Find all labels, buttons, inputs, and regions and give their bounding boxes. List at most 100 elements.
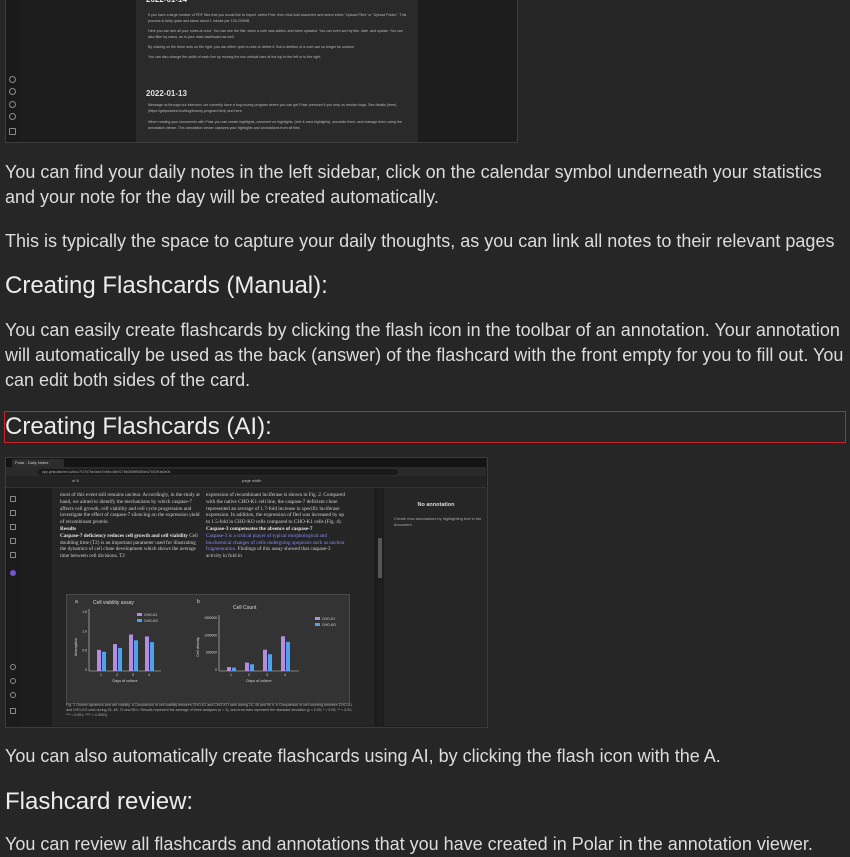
panel-a-ytick: 1.0 <box>82 629 87 633</box>
panel-b-ytick: 500000 <box>206 651 217 655</box>
annotation-sidebar-title: No annotation <box>417 502 455 508</box>
daily-notes-paragraph: You can find your daily notes in the lef… <box>5 162 822 207</box>
document-icon[interactable] <box>10 496 16 502</box>
archive-icon[interactable] <box>10 708 16 714</box>
note-bullet: If you have a large number of PDF files … <box>148 13 407 23</box>
panel-b-xtick: 3 <box>266 673 268 677</box>
bar-cho-ko <box>150 642 154 671</box>
panel-b-ytick: 1500000 <box>204 616 217 620</box>
legend-label-ko: CHO-KO <box>144 619 158 623</box>
panel-b-xtick: 2 <box>248 673 250 677</box>
pdf-viewer-screenshot: Polar - Daily Notes app.getpolarized.io/… <box>5 457 488 728</box>
panel-b-xlabel: Days of culture <box>246 679 271 683</box>
panel-b-xtick: 4 <box>284 673 286 677</box>
bar-cho-ko <box>232 667 236 671</box>
legend-swatch-k1 <box>315 617 320 620</box>
panel-a-xtick: 3 <box>132 673 134 677</box>
right-intro-text: expression of recombinant luciferase is … <box>206 492 346 526</box>
viewer-toolbar: of 8 page width <box>6 476 486 488</box>
panel-b-label: b <box>197 599 200 605</box>
panel-a-ytick: 0.5 <box>82 649 87 653</box>
bar-cho-k1 <box>97 649 101 671</box>
results-subheading: Caspase-7 deficiency reduces cell growth… <box>60 532 188 539</box>
bar-cho-ko <box>118 647 122 671</box>
legend-swatch-ko <box>315 623 320 626</box>
figure-chart: a Cell viability assay Absorption 1.5 1.0 0.5… <box>74 599 336 683</box>
bar-cho-k1 <box>145 636 149 671</box>
panel-b-xtick: 1 <box>230 673 232 677</box>
note-bullet: You can also change the width of each li… <box>148 55 322 59</box>
note-bullet: Message us through our intercom, we curr… <box>148 103 397 113</box>
panel-a-ylabel: Absorption <box>74 638 78 656</box>
left-intro-text: most of this event still remains unclear… <box>60 492 200 526</box>
ai-flashcards-paragraph: You can also automatically create flashc… <box>5 746 721 766</box>
bar-cho-k1 <box>263 649 267 671</box>
daily-note-date: 2022-01-13 <box>146 89 187 98</box>
figure-panel: a Cell viability assay Absorption 1.5 1.0 0.5… <box>66 594 350 704</box>
left-text-column: most of this event still remains unclear… <box>60 492 200 560</box>
note-bullet: When reading your documents with Polar y… <box>148 120 402 130</box>
gear-icon[interactable] <box>9 113 16 120</box>
help-icon[interactable] <box>10 678 16 684</box>
archive-icon[interactable] <box>9 128 16 135</box>
legend-label-ko: CHO-KO <box>322 623 336 627</box>
panel-a-xtick: 1 <box>100 673 102 677</box>
panel-b-ylabel: Cell density <box>196 637 200 657</box>
bar-cho-ko <box>134 640 138 671</box>
stats-icon[interactable] <box>10 538 16 544</box>
page-indicator[interactable]: of 8 <box>72 478 79 483</box>
zoom-select[interactable]: page width <box>242 478 261 483</box>
caspase-subheading: Caspase-3 compensates the absence of cas… <box>206 525 313 532</box>
settings-icon[interactable] <box>9 76 16 83</box>
right-text-column: expression of recombinant luciferase is … <box>206 492 346 560</box>
folder-icon[interactable] <box>10 510 16 516</box>
url-field[interactable]: app.getpolarized.io/doc/7f17b76e4aea7e4f… <box>38 468 398 475</box>
browser-tab[interactable]: Polar - Daily Notes <box>12 459 64 467</box>
bar-cho-ko <box>286 641 290 671</box>
theme-icon[interactable] <box>9 88 16 95</box>
gear-icon[interactable] <box>10 692 16 698</box>
daily-notes-screenshot: 2022-01-14 If you have a large number of… <box>5 0 518 143</box>
panel-a-ytick: 1.5 <box>82 610 87 614</box>
annotation-sidebar-hint: Create new annotations by highlighting t… <box>394 516 482 527</box>
panel-b-title: Cell Count <box>233 605 257 611</box>
bar-cho-ko <box>102 651 106 671</box>
panel-a-xlabel: Days of culture <box>112 679 137 683</box>
list-icon[interactable] <box>10 524 16 530</box>
heading-manual-flashcards: Creating Flashcards (Manual): <box>5 272 328 299</box>
panel-a-title: Cell viability assay <box>93 600 134 606</box>
manual-flashcards-paragraph: You can easily create flashcards by clic… <box>5 320 844 390</box>
panel-b-ytick: 0 <box>215 668 217 672</box>
legend-swatch-ko <box>137 619 142 622</box>
bar-cho-k1 <box>245 662 249 671</box>
theme-icon[interactable] <box>10 664 16 670</box>
viewer-left-rail <box>6 488 20 726</box>
legend-swatch-k1 <box>137 613 142 616</box>
bar-cho-k1 <box>281 636 285 671</box>
panel-a-ytick: 0 <box>85 668 87 672</box>
panel-a-xtick: 4 <box>148 673 150 677</box>
daily-note-date: 2022-01-14 <box>146 0 187 4</box>
pdf-page: most of this event still remains unclear… <box>52 488 374 726</box>
browser-tab-bar: Polar - Daily Notes <box>6 458 486 467</box>
pdf-scrollbar[interactable] <box>378 488 382 726</box>
panel-a-xtick: 2 <box>116 673 118 677</box>
daily-thoughts-paragraph: This is typically the space to capture y… <box>5 231 835 251</box>
heading-flashcard-review: Flashcard review: <box>5 788 194 815</box>
help-icon[interactable] <box>9 101 16 108</box>
legend-label-k1: CHO-K1 <box>144 613 157 617</box>
heading-ai-flashcards: Creating Flashcards (AI): <box>4 411 846 443</box>
calendar-icon[interactable] <box>10 552 16 558</box>
bar-cho-k1 <box>113 644 117 671</box>
daily-note-panel: 2022-01-14 If you have a large number of… <box>136 0 418 142</box>
bar-cho-ko <box>250 664 254 671</box>
bar-cho-k1 <box>227 667 231 671</box>
annotation-sidebar: No annotation Create new annotations by … <box>384 488 487 726</box>
user-avatar-icon[interactable] <box>10 570 16 576</box>
bar-cho-k1 <box>129 634 133 671</box>
panel-b-ytick: 1000000 <box>204 633 217 637</box>
flashcard-review-paragraph: You can review all flashcards and annota… <box>5 834 813 854</box>
scroll-thumb[interactable] <box>378 538 382 578</box>
address-bar-row: app.getpolarized.io/doc/7f17b76e4aea7e4f… <box>6 467 486 476</box>
figure-caption: Fig. 1 Growth dynamics and cell viabilit… <box>66 703 353 717</box>
